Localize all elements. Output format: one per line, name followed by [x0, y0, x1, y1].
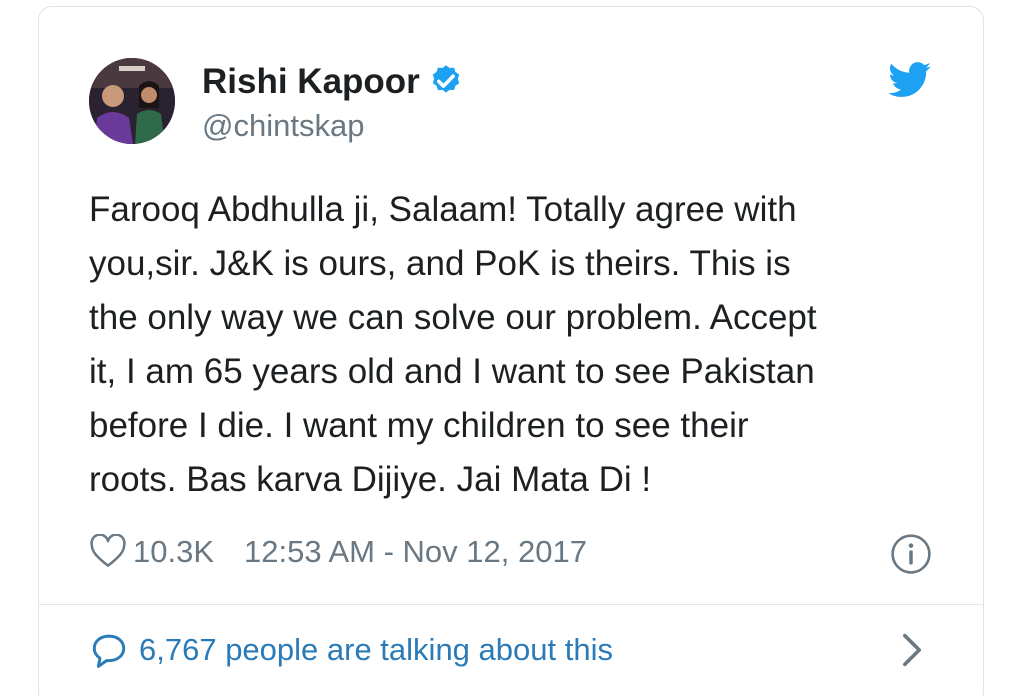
conversation-link[interactable]: 6,767 people are talking about this — [89, 630, 613, 670]
tweet-line: the only way we can solve our problem. A… — [89, 298, 817, 337]
twitter-bird-icon[interactable] — [888, 62, 932, 98]
display-name[interactable]: Rishi Kapoor — [202, 62, 464, 102]
user-handle[interactable]: @chintskap — [202, 108, 364, 144]
speech-bubble-icon — [92, 634, 126, 668]
tweet-line: you,sir. J&K is ours, and PoK is theirs.… — [89, 244, 791, 283]
tweet-text: Farooq Abdhulla ji, Salaam! Totally agre… — [89, 183, 949, 507]
tweet-line: roots. Bas karva Dijiye. Jai Mata Di ! — [89, 460, 652, 499]
verified-badge-icon — [432, 65, 459, 93]
chevron-right-icon[interactable] — [900, 632, 924, 668]
divider — [38, 604, 984, 605]
like-count[interactable]: 10.3K — [133, 534, 214, 569]
tweet-embed-page: Rishi Kapoor @chintskap Farooq Abdhulla … — [0, 0, 1024, 696]
tweet-line: it, I am 65 years old and I want to see … — [89, 352, 815, 391]
display-name-text[interactable]: Rishi Kapoor — [202, 62, 420, 101]
avatar-photo — [89, 58, 175, 144]
tweet-timestamp[interactable]: 12:53 AM - Nov 12, 2017 — [244, 534, 587, 569]
heart-icon[interactable] — [89, 534, 127, 568]
tweet-line: before I die. I want my children to see … — [89, 406, 749, 445]
conversation-label[interactable]: 6,767 people are talking about this — [139, 632, 613, 667]
info-icon[interactable] — [890, 533, 932, 575]
avatar[interactable] — [89, 58, 175, 144]
tweet-meta: 10.3K 12:53 AM - Nov 12, 2017 — [89, 532, 587, 572]
tweet-line: Farooq Abdhulla ji, Salaam! Totally agre… — [89, 190, 797, 229]
